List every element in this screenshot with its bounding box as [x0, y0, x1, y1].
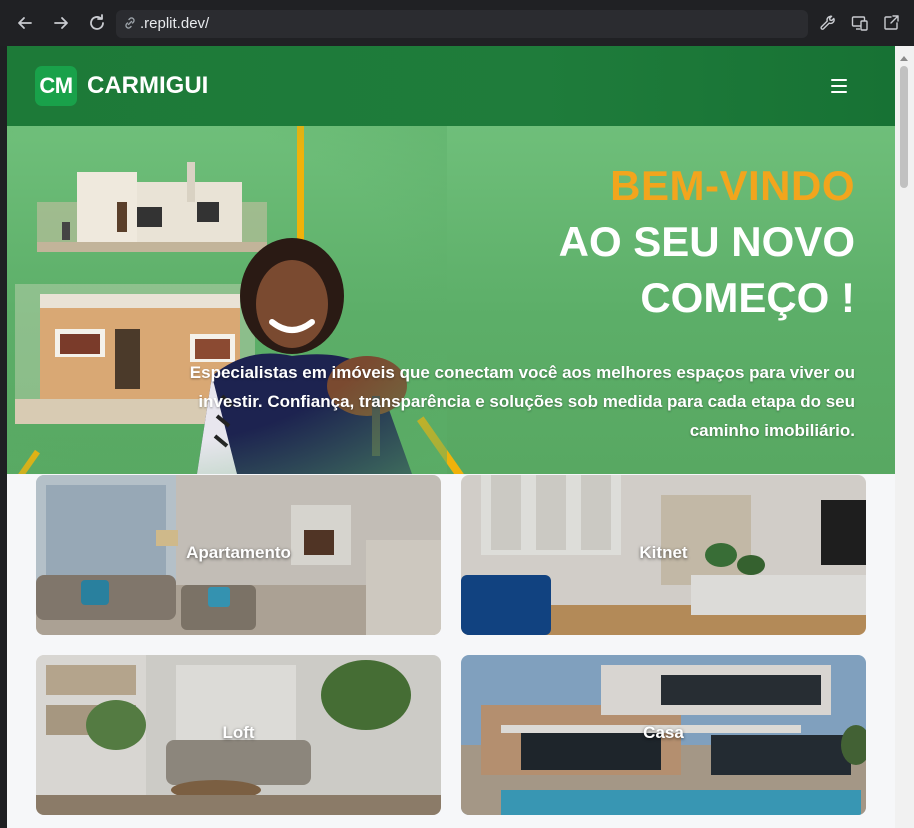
url-text: .replit.dev/ — [140, 15, 210, 32]
page-viewport: CM CARMIGUI BEM-VINDO AO SEU NOVO COMEÇO… — [7, 46, 895, 828]
arrow-right-icon — [54, 17, 68, 29]
hero-title-line1: BEM-VINDO — [610, 162, 855, 209]
site-header: CM CARMIGUI — [7, 46, 895, 126]
reload-button[interactable] — [86, 12, 108, 34]
card-label: Apartamento — [186, 543, 291, 562]
open-external-button[interactable] — [881, 13, 901, 33]
category-card-casa[interactable]: Casa — [461, 655, 866, 815]
logo-badge[interactable]: CM — [35, 66, 77, 106]
scroll-up-arrow[interactable] — [900, 56, 908, 61]
hero-title-line3: COMEÇO ! — [640, 274, 855, 321]
page-scrollbar[interactable] — [895, 46, 914, 828]
devices-icon — [851, 16, 868, 31]
reload-icon — [90, 14, 104, 30]
hero-banner: BEM-VINDO AO SEU NOVO COMEÇO ! Especiali… — [7, 126, 895, 474]
hamburger-menu-icon[interactable] — [831, 76, 849, 96]
hero-title-line2: AO SEU NOVO — [558, 218, 855, 265]
card-label: Loft — [222, 723, 255, 742]
category-card-loft[interactable]: Loft — [36, 655, 441, 815]
forward-button[interactable] — [50, 12, 72, 34]
card-label: Casa — [643, 723, 684, 742]
wrench-icon — [820, 15, 835, 30]
category-card-kitnet[interactable]: Kitnet — [461, 475, 866, 635]
browser-toolbar: .replit.dev/ — [0, 0, 914, 46]
card-label: Kitnet — [639, 543, 688, 562]
brand-name[interactable]: CARMIGUI — [87, 66, 208, 106]
address-bar[interactable]: .replit.dev/ — [116, 10, 808, 38]
arrow-left-icon — [18, 17, 32, 29]
link-icon — [125, 17, 135, 29]
back-button[interactable] — [14, 12, 36, 34]
scrollbar-thumb[interactable] — [900, 66, 908, 188]
devices-button[interactable] — [850, 13, 870, 33]
category-card-apartamento[interactable]: Apartamento — [36, 475, 441, 635]
hero-subtitle: Especialistas em imóveis que conectam vo… — [189, 363, 855, 440]
devtools-button[interactable] — [818, 13, 838, 33]
open-external-icon — [884, 15, 899, 30]
